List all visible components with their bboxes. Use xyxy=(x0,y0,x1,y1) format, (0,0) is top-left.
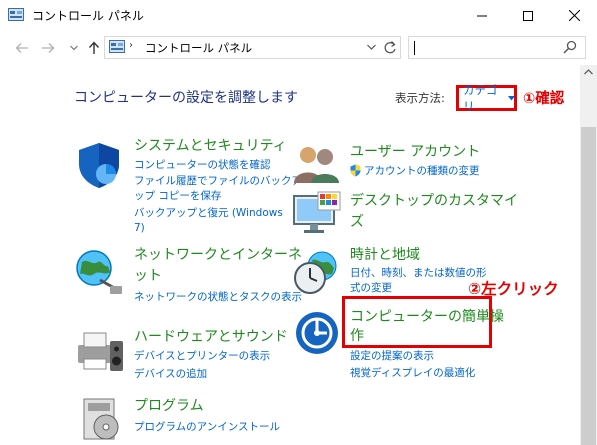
desktop-personalize-icon xyxy=(293,191,341,233)
arrow-up-icon xyxy=(88,41,100,54)
printer-speaker-icon xyxy=(78,332,123,371)
address-bar[interactable]: › コントロール パネル xyxy=(104,36,401,59)
view-by-label: 表示方法: xyxy=(395,91,445,105)
link-change-date-time-format-cont[interactable]: 式の変更 xyxy=(350,281,392,296)
maximize-icon xyxy=(523,10,533,21)
close-icon xyxy=(568,10,580,21)
link-change-account-type[interactable]: アカウントの種類の変更 xyxy=(364,164,480,179)
category-ease-of-access[interactable]: コンピューターの簡単操 xyxy=(350,308,504,326)
annotation-step-1: ①確認 xyxy=(523,91,565,107)
link-optimize-visual-display[interactable]: 視覚ディスプレイの最適化 xyxy=(350,366,475,381)
view-by-value[interactable]: カテゴリ xyxy=(463,82,504,114)
title-bar: コントロール パネル xyxy=(0,0,597,31)
category-appearance[interactable]: デスクトップのカスタマイ xyxy=(350,192,518,210)
link-backup-restore-cont[interactable]: 7) xyxy=(134,221,145,236)
users-icon xyxy=(294,147,339,183)
category-user-accounts[interactable]: ユーザー アカウント xyxy=(350,143,480,161)
link-file-history-backup[interactable]: ファイル履歴でファイルのバックア xyxy=(134,174,302,189)
category-network-internet-cont[interactable]: ット xyxy=(134,267,162,285)
ease-of-access-icon xyxy=(296,312,338,354)
programs-icon xyxy=(83,398,119,440)
search-input[interactable] xyxy=(408,36,586,59)
shield-icon xyxy=(79,143,119,188)
clock-globe-icon xyxy=(294,251,337,294)
category-hardware-sound[interactable]: ハードウェアとサウンド xyxy=(134,328,288,346)
up-button[interactable] xyxy=(84,39,104,57)
category-ease-of-access-cont[interactable]: 作 xyxy=(350,327,364,345)
control-panel-icon xyxy=(109,40,125,53)
text-cursor xyxy=(414,41,415,55)
category-appearance-cont[interactable]: ズ xyxy=(350,213,364,231)
window-title: コントロール パネル xyxy=(32,9,144,23)
category-system-security[interactable]: システムとセキュリティ xyxy=(134,137,287,155)
scroll-up-arrow-icon[interactable] xyxy=(584,69,593,75)
maximize-button[interactable] xyxy=(505,0,551,31)
page-title: コンピューターの設定を調整します xyxy=(74,90,298,106)
link-backup-restore[interactable]: バックアップと復元 (Windows xyxy=(134,206,283,221)
refresh-icon[interactable] xyxy=(383,40,397,56)
minimize-icon xyxy=(477,15,487,16)
category-programs[interactable]: プログラム xyxy=(134,397,204,415)
category-clock-region[interactable]: 時計と地域 xyxy=(350,246,420,264)
navigation-bar: › コントロール パネル xyxy=(0,31,597,65)
forward-button[interactable] xyxy=(38,39,58,57)
link-add-device[interactable]: デバイスの追加 xyxy=(134,367,207,382)
vertical-scrollbar[interactable] xyxy=(580,65,597,445)
dropdown-triangle-icon xyxy=(507,95,514,100)
link-check-computer-status[interactable]: コンピューターの状態を確認 xyxy=(134,158,271,173)
link-let-windows-suggest[interactable]: 設定の提案の表示 xyxy=(350,349,434,364)
breadcrumb-separator[interactable]: › xyxy=(129,40,133,51)
search-icon[interactable] xyxy=(563,40,577,54)
minimize-button[interactable] xyxy=(459,0,505,31)
category-network-internet[interactable]: ネットワークとインターネ xyxy=(134,246,302,264)
globe-network-icon xyxy=(76,250,122,294)
control-panel-icon xyxy=(8,8,24,21)
arrow-right-icon xyxy=(42,43,55,53)
recent-locations-button[interactable] xyxy=(64,39,84,57)
address-history-chevron-icon[interactable] xyxy=(367,44,376,50)
link-devices-printers[interactable]: デバイスとプリンターの表示 xyxy=(134,349,270,364)
link-network-status[interactable]: ネットワークの状態とタスクの表示 xyxy=(134,290,302,305)
link-file-history-backup-cont[interactable]: ップ コピーを保存 xyxy=(134,189,221,204)
view-by-dropdown[interactable]: カテゴリ xyxy=(456,82,517,114)
link-uninstall-program[interactable]: プログラムのアンインストール xyxy=(134,420,280,435)
breadcrumb-control-panel[interactable]: コントロール パネル xyxy=(145,40,252,56)
uac-shield-icon xyxy=(350,164,361,177)
chevron-down-icon xyxy=(70,45,78,51)
arrow-left-icon xyxy=(15,43,28,53)
back-button[interactable] xyxy=(12,39,32,57)
link-change-date-time-format[interactable]: 日付、時刻、または数値の形 xyxy=(350,266,487,281)
close-button[interactable] xyxy=(551,0,597,31)
scrollbar-thumb[interactable] xyxy=(581,127,596,445)
main-content: コンピューターの設定を調整します 表示方法: カテゴリ ①確認 システムとセキュ… xyxy=(0,65,580,445)
